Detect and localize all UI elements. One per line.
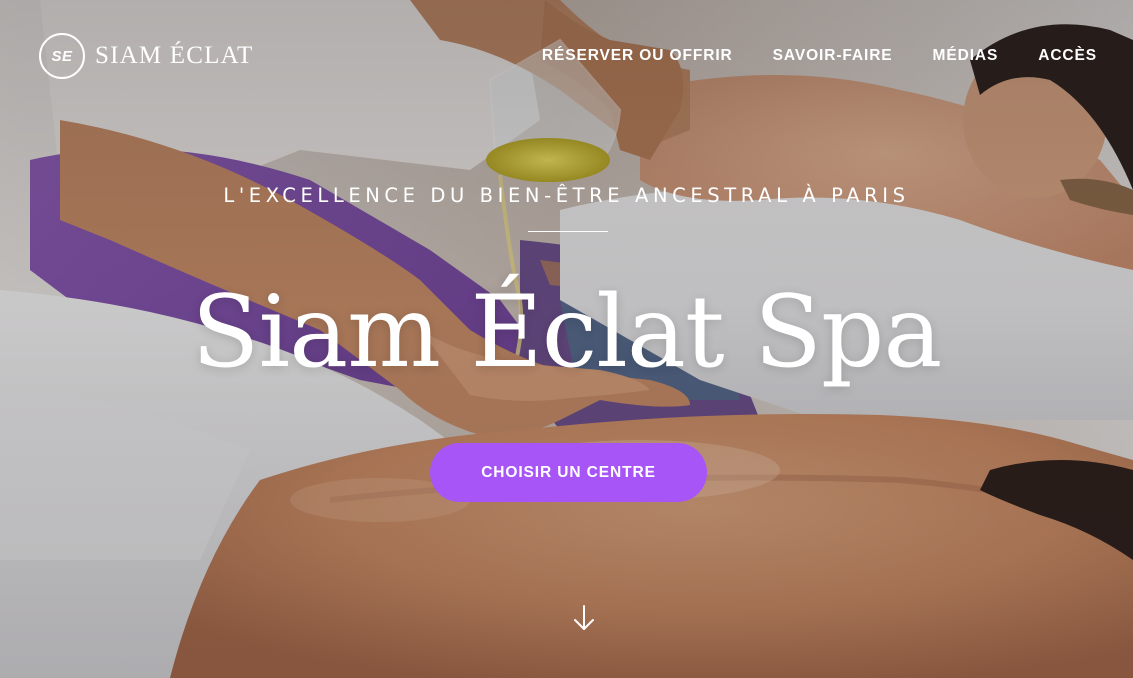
monogram-logo-icon: SE <box>39 33 85 79</box>
hero-title: Siam Éclat Spa <box>191 275 943 390</box>
nav-item-savoir-faire[interactable]: SAVOIR-FAIRE <box>773 47 893 65</box>
hero-section: SE SIAM ÉCLAT RÉSERVER OU OFFRIR SAVOIR-… <box>0 0 1133 678</box>
nav-item-reserver[interactable]: RÉSERVER OU OFFRIR <box>542 47 733 65</box>
choose-center-button[interactable]: CHOISIR UN CENTRE <box>430 443 707 502</box>
site-header: SE SIAM ÉCLAT RÉSERVER OU OFFRIR SAVOIR-… <box>39 30 1097 82</box>
tagline-divider <box>528 231 608 232</box>
nav-item-medias[interactable]: MÉDIAS <box>933 47 999 65</box>
brand-logo-link[interactable]: SE SIAM ÉCLAT <box>39 33 254 79</box>
arrow-down-icon[interactable] <box>571 603 597 633</box>
brand-name: SIAM ÉCLAT <box>95 42 254 69</box>
nav-item-acces[interactable]: ACCÈS <box>1038 47 1097 65</box>
main-nav: RÉSERVER OU OFFRIR SAVOIR-FAIRE MÉDIAS A… <box>542 47 1097 65</box>
hero-tagline: L'EXCELLENCE DU BIEN-ÊTRE ANCESTRAL À PA… <box>223 184 910 207</box>
